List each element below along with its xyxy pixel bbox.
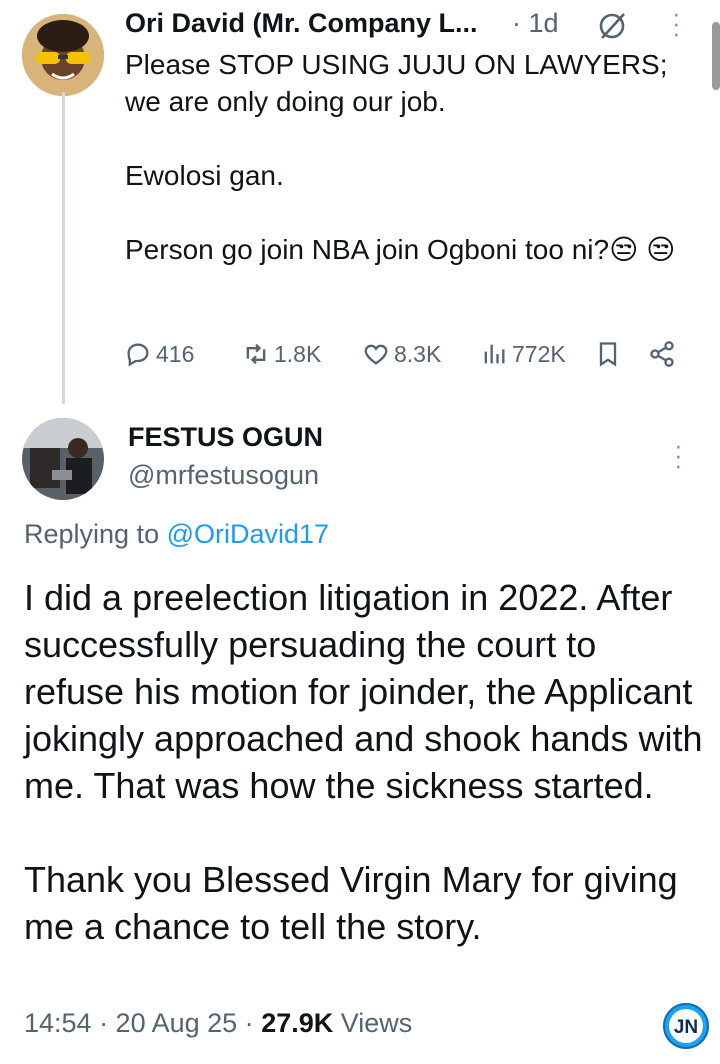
tweet-line: Person go join NBA join Ogboni too ni?😒 … — [125, 234, 676, 265]
repost-button[interactable]: 1.8K — [242, 340, 321, 368]
views-count: 772K — [512, 340, 566, 367]
views-icon — [484, 344, 505, 364]
like-count: 8.3K — [394, 340, 442, 367]
repost-icon — [246, 343, 266, 365]
tweet-line: Ewolosi gan. — [125, 160, 284, 191]
tweet-paragraph: Thank you Blessed Virgin Mary for giving… — [24, 859, 678, 947]
tweet-line: Please STOP USING JUJU ON LAWYERS; we ar… — [125, 49, 668, 117]
avatar[interactable] — [22, 418, 104, 500]
replying-prefix: Replying to — [24, 519, 160, 549]
watermark-text: JN — [674, 1017, 698, 1038]
scrollbar[interactable] — [712, 22, 720, 90]
tweet-time[interactable]: · 1d — [512, 8, 559, 39]
like-button[interactable]: 8.3K — [362, 340, 441, 368]
share-icon — [650, 341, 674, 367]
more-options-icon[interactable]: · · · — [672, 0, 681, 46]
tweet-meta: 14:54 · 20 Aug 25 · 27.9K Views — [24, 1008, 412, 1039]
replying-to-link[interactable]: @OriDavid17 — [167, 519, 329, 549]
tweet-timestamp[interactable]: 14:54 · 20 Aug 25 · — [24, 1008, 254, 1038]
avatar-image — [22, 14, 104, 96]
author-name[interactable]: FESTUS OGUN — [128, 422, 323, 453]
avatar[interactable] — [22, 14, 104, 96]
reply-count: 416 — [156, 340, 195, 367]
bookmark-icon — [599, 342, 617, 367]
repost-count: 1.8K — [274, 340, 322, 367]
more-options-icon[interactable]: · · · — [674, 432, 683, 478]
author-name[interactable]: Ori David (Mr. Company L... — [125, 8, 478, 39]
replying-to: Replying to @OriDavid17 — [24, 519, 329, 550]
views-label: Views — [340, 1008, 413, 1038]
tweet-text: Please STOP USING JUJU ON LAWYERS; we ar… — [125, 46, 685, 268]
views-button[interactable]: 772K — [480, 340, 566, 368]
bookmark-button[interactable] — [594, 340, 622, 368]
author-handle[interactable]: @mrfestusogun — [128, 460, 319, 491]
thread-line — [62, 92, 65, 404]
tweet-paragraph: I did a preelection litigation in 2022. … — [24, 577, 703, 806]
avatar-image — [22, 418, 104, 500]
reply-button[interactable]: 416 — [124, 340, 194, 368]
jn-logo: JN — [662, 1002, 710, 1050]
grok-icon[interactable] — [596, 10, 628, 42]
tweet-text: I did a preelection litigation in 2022. … — [24, 574, 704, 950]
views-count: 27.9K — [261, 1008, 334, 1038]
heart-icon — [364, 344, 388, 365]
reply-icon — [127, 343, 149, 367]
share-button[interactable] — [648, 340, 676, 368]
